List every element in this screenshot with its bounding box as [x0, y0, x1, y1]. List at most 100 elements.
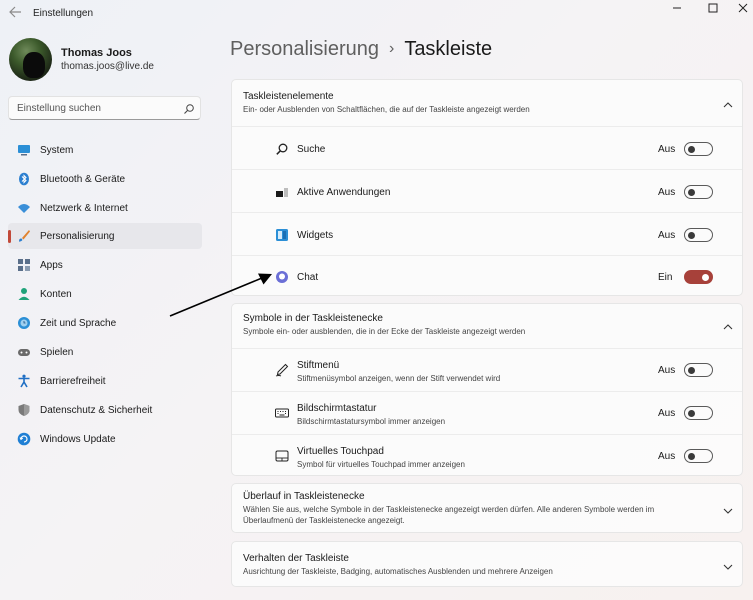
task-view-icon [275, 185, 289, 199]
sidebar-item-system[interactable]: System [8, 137, 202, 163]
sidebar-item-label: Zeit und Sprache [40, 318, 117, 329]
update-icon [17, 432, 31, 446]
avatar[interactable] [9, 38, 52, 81]
pen-icon [275, 363, 289, 377]
task-view-toggle[interactable] [684, 185, 713, 199]
section-subtitle-2: Überlaufmenü der Taskleistenecke angezei… [243, 516, 405, 525]
sidebar-item-bluetooth[interactable]: Bluetooth & Geräte [8, 166, 202, 192]
sidebar-item-personalization[interactable]: Personalisierung [8, 223, 202, 249]
sidebar-item-privacy[interactable]: Datenschutz & Sicherheit [8, 397, 202, 423]
row-label: Widgets [297, 230, 334, 241]
breadcrumb-parent[interactable]: Personalisierung [230, 38, 379, 60]
section-subtitle: Symbole ein- oder ausblenden, die in der… [243, 327, 526, 336]
monitor-icon [17, 143, 31, 157]
maximize-button[interactable] [703, 1, 723, 15]
section-subtitle: Ein- oder Ausblenden von Schaltflächen, … [243, 105, 530, 114]
sidebar-item-label: Konten [40, 289, 72, 300]
user-name: Thomas Joos [61, 47, 132, 59]
page-title: Personalisierung › Taskleiste [230, 38, 492, 61]
toggle-state: Aus [658, 230, 676, 241]
section-title: Taskleistenelemente [243, 91, 334, 102]
row-label: Bildschirmtastatur [297, 403, 377, 414]
section-title: Überlauf in Taskleistenecke [243, 491, 365, 502]
corner-icon-row-keyboard: Bildschirmtastatur Bildschirmtastatursym… [232, 391, 742, 434]
sidebar-item-label: Datenschutz & Sicherheit [40, 405, 153, 416]
back-arrow-icon[interactable] [8, 5, 22, 21]
sidebar-item-windows-update[interactable]: Windows Update [8, 426, 202, 452]
close-button[interactable] [736, 1, 753, 15]
touch-keyboard-toggle[interactable] [684, 406, 713, 420]
pen-menu-toggle[interactable] [684, 363, 713, 377]
widgets-toggle[interactable] [684, 228, 713, 242]
accessibility-icon [17, 374, 31, 388]
row-label: Stiftmenü [297, 360, 340, 371]
chat-icon [275, 270, 289, 284]
sidebar-item-accessibility[interactable]: Barrierefreiheit [8, 368, 202, 394]
widgets-icon [275, 228, 289, 242]
chevron-up-icon[interactable] [722, 319, 734, 330]
sidebar-item-accounts[interactable]: Konten [8, 281, 202, 307]
toggle-state: Aus [658, 144, 676, 155]
sidebar-item-label: Bluetooth & Geräte [40, 174, 126, 185]
shield-icon [17, 403, 31, 417]
virtual-touchpad-toggle[interactable] [684, 449, 713, 463]
sidebar-item-gaming[interactable]: Spielen [8, 339, 202, 365]
user-email: thomas.joos@live.de [61, 61, 154, 72]
taskbar-items-section: Taskleistenelemente Ein- oder Ausblenden… [231, 79, 743, 296]
row-sublabel: Stiftmenüsymbol anzeigen, wenn der Stift… [297, 374, 501, 383]
row-sublabel: Bildschirmtastatursymbol immer anzeigen [297, 417, 446, 426]
person-icon [17, 287, 31, 301]
sidebar-item-time-language[interactable]: Zeit und Sprache [8, 310, 202, 336]
breadcrumb-separator: › [388, 40, 395, 57]
sidebar-item-label: System [40, 145, 74, 156]
sidebar-item-label: Personalisierung [40, 231, 115, 242]
search-toggle[interactable] [684, 142, 713, 156]
section-subtitle: Wählen Sie aus, welche Symbole in der Ta… [243, 505, 655, 514]
corner-icon-row-touchpad: Virtuelles Touchpad Symbol für virtuelle… [232, 434, 742, 476]
toggle-state: Aus [658, 187, 676, 198]
brush-icon [17, 229, 31, 243]
row-label: Suche [297, 144, 326, 155]
sidebar-item-network[interactable]: Netzwerk & Internet [8, 195, 202, 221]
globe-clock-icon [17, 316, 31, 330]
chevron-down-icon[interactable] [722, 559, 734, 570]
touchpad-icon [275, 449, 289, 463]
taskbar-item-row-task-view: Aktive Anwendungen Aus [232, 169, 742, 212]
toggle-state: Aus [658, 451, 676, 462]
corner-icon-row-pen: Stiftmenü Stiftmenüsymbol anzeigen, wenn… [232, 348, 742, 391]
app-title: Einstellungen [33, 8, 94, 19]
title-bar: Einstellungen [0, 0, 753, 28]
search-input[interactable]: Einstellung suchen [8, 96, 201, 120]
chat-toggle[interactable] [684, 270, 713, 284]
search-icon [275, 142, 289, 156]
keyboard-icon [275, 406, 289, 420]
section-title: Symbole in der Taskleistenecke [243, 313, 383, 324]
wifi-icon [17, 201, 31, 215]
row-sublabel: Symbol für virtuelles Touchpad immer anz… [297, 460, 465, 469]
sidebar-item-label: Spielen [40, 347, 74, 358]
sidebar-item-apps[interactable]: Apps [8, 252, 202, 278]
chevron-up-icon[interactable] [722, 97, 734, 108]
row-label: Chat [297, 272, 319, 283]
search-placeholder: Einstellung suchen [17, 103, 101, 114]
taskbar-item-row-chat: Chat Ein [232, 255, 742, 296]
row-label: Virtuelles Touchpad [297, 446, 384, 457]
taskbar-item-row-search: Suche Aus [232, 126, 742, 169]
section-subtitle: Ausrichtung der Taskleiste, Badging, aut… [243, 567, 553, 576]
overflow-section[interactable]: Überlauf in Taskleistenecke Wählen Sie a… [231, 483, 743, 533]
section-title: Verhalten der Taskleiste [243, 553, 349, 564]
sidebar-item-label: Netzwerk & Internet [40, 203, 128, 214]
sidebar-item-label: Windows Update [40, 434, 116, 445]
chevron-down-icon[interactable] [722, 503, 734, 514]
minimize-button[interactable] [667, 1, 687, 15]
search-icon[interactable] [183, 102, 195, 114]
breadcrumb-current: Taskleiste [404, 38, 493, 60]
active-indicator [8, 230, 11, 243]
taskbar-item-row-widgets: Widgets Aus [232, 212, 742, 255]
apps-icon [17, 258, 31, 272]
sidebar-item-label: Barrierefreiheit [40, 376, 106, 387]
behavior-section[interactable]: Verhalten der Taskleiste Ausrichtung der… [231, 541, 743, 587]
gamepad-icon [17, 345, 31, 359]
bluetooth-icon [17, 172, 31, 186]
corner-icons-section: Symbole in der Taskleistenecke Symbole e… [231, 303, 743, 476]
